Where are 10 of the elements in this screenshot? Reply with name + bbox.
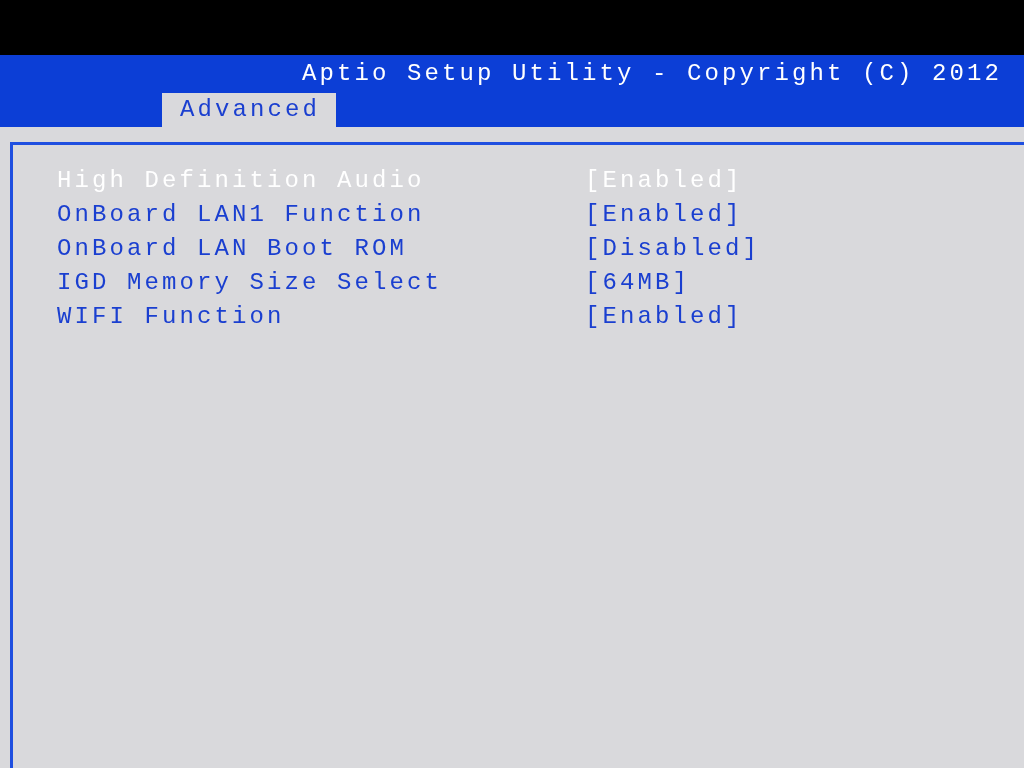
setting-value[interactable]: [64MB] [585, 268, 690, 296]
tab[interactable]: Advanced [162, 93, 337, 127]
setting-value[interactable]: [Disabled] [585, 234, 761, 262]
setting-value[interactable]: [Enabled] [585, 200, 743, 228]
setting-name[interactable]: WIFI Function [57, 302, 285, 330]
header-title: Aptio Setup Utility - Copyright (C) 2012 [301, 59, 1004, 89]
setting-value[interactable]: [Enabled] [585, 302, 743, 330]
setting-name[interactable]: OnBoard LAN1 Function [57, 200, 425, 228]
setting-name[interactable]: IGD Memory Size Select [57, 268, 443, 296]
setting-name[interactable]: OnBoard LAN Boot ROM [57, 234, 408, 262]
